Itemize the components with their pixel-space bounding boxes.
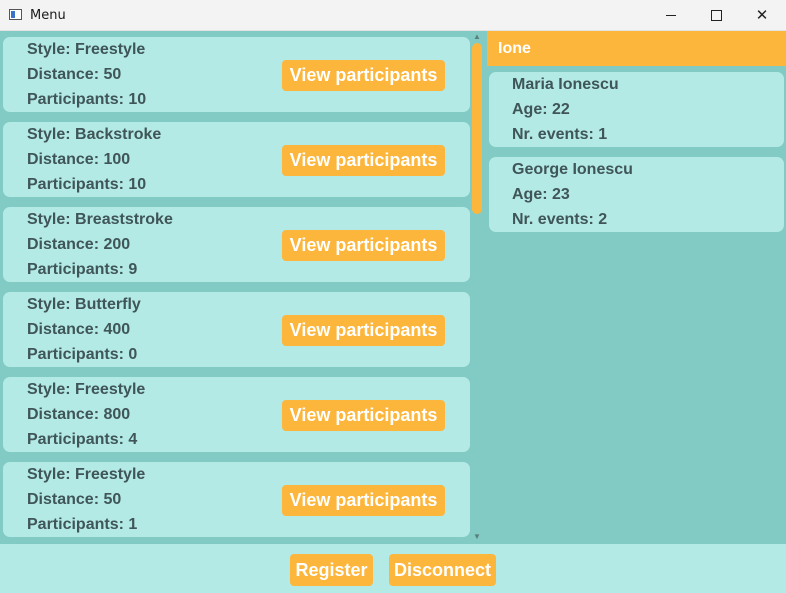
race-style: Style: Freestyle bbox=[27, 41, 146, 58]
race-distance: Distance: 200 bbox=[27, 236, 131, 253]
view-participants-button[interactable]: View participants bbox=[282, 315, 445, 346]
person-card: Maria Ionescu Age: 22 Nr. events: 1 bbox=[489, 72, 784, 147]
window-title: Menu bbox=[30, 8, 66, 23]
race-card: Style: Freestyle Distance: 800 Participa… bbox=[3, 377, 470, 452]
race-distance: Distance: 400 bbox=[27, 321, 131, 338]
minimize-button[interactable] bbox=[648, 0, 694, 30]
race-participants: Participants: 0 bbox=[27, 346, 138, 363]
race-participants: Participants: 4 bbox=[27, 431, 138, 448]
race-card: Style: Backstroke Distance: 100 Particip… bbox=[3, 122, 470, 197]
view-participants-button[interactable]: View participants bbox=[282, 400, 445, 431]
race-card: Style: Breaststroke Distance: 200 Partic… bbox=[3, 207, 470, 282]
race-card: Style: Freestyle Distance: 50 Participan… bbox=[3, 462, 470, 537]
race-distance: Distance: 100 bbox=[27, 151, 131, 168]
race-style: Style: Breaststroke bbox=[27, 211, 173, 228]
view-participants-button[interactable]: View participants bbox=[282, 230, 445, 261]
race-participants: Participants: 9 bbox=[27, 261, 138, 278]
view-participants-button[interactable]: View participants bbox=[282, 485, 445, 516]
race-style: Style: Butterfly bbox=[27, 296, 141, 313]
maximize-button[interactable] bbox=[693, 0, 739, 30]
race-style: Style: Freestyle bbox=[27, 381, 146, 398]
race-style: Style: Freestyle bbox=[27, 466, 146, 483]
person-name: Maria Ionescu bbox=[512, 76, 619, 93]
disconnect-button[interactable]: Disconnect bbox=[389, 554, 496, 586]
person-events: Nr. events: 1 bbox=[512, 126, 608, 143]
minimize-icon bbox=[666, 14, 676, 16]
person-card: George Ionescu Age: 23 Nr. events: 2 bbox=[489, 157, 784, 232]
title-bar: Menu ✕ bbox=[0, 0, 786, 31]
footer-bar: Register Disconnect bbox=[0, 544, 786, 593]
race-participants: Participants: 10 bbox=[27, 176, 147, 193]
register-button[interactable]: Register bbox=[290, 554, 373, 586]
chevron-down-icon[interactable]: ▼ bbox=[472, 533, 482, 541]
person-name: George Ionescu bbox=[512, 161, 633, 178]
race-distance: Distance: 50 bbox=[27, 66, 122, 83]
chevron-up-icon[interactable]: ▲ bbox=[472, 33, 482, 41]
scrollbar-thumb[interactable] bbox=[472, 43, 482, 214]
person-age: Age: 22 bbox=[512, 101, 570, 118]
view-participants-button[interactable]: View participants bbox=[282, 145, 445, 176]
close-icon: ✕ bbox=[755, 7, 769, 24]
view-participants-button[interactable]: View participants bbox=[282, 60, 445, 91]
race-card: Style: Freestyle Distance: 50 Participan… bbox=[3, 37, 470, 112]
close-button[interactable]: ✕ bbox=[739, 0, 785, 30]
search-input[interactable]: Ione bbox=[487, 31, 786, 66]
window-app-icon bbox=[9, 9, 22, 20]
race-participants: Participants: 10 bbox=[27, 91, 147, 108]
person-age: Age: 23 bbox=[512, 186, 570, 203]
race-participants: Participants: 1 bbox=[27, 516, 138, 533]
race-distance: Distance: 50 bbox=[27, 491, 122, 508]
maximize-icon bbox=[710, 9, 722, 21]
race-list: Style: Freestyle Distance: 50 Participan… bbox=[0, 31, 486, 544]
race-card: Style: Butterfly Distance: 400 Participa… bbox=[3, 292, 470, 367]
person-events: Nr. events: 2 bbox=[512, 211, 608, 228]
race-style: Style: Backstroke bbox=[27, 126, 162, 143]
race-distance: Distance: 800 bbox=[27, 406, 131, 423]
